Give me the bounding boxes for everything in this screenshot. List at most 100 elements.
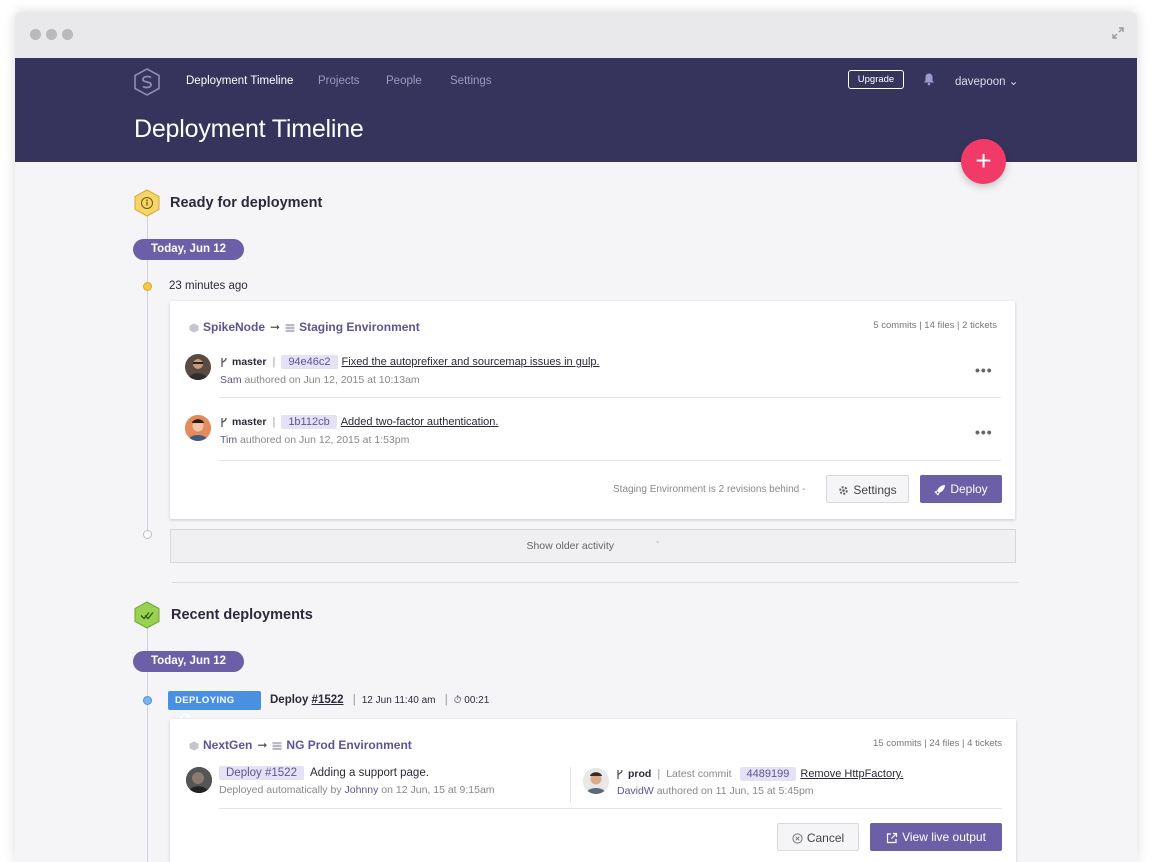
nav-deployment-timeline[interactable]: Deployment Timeline <box>186 75 293 87</box>
avatar <box>185 415 211 441</box>
upgrade-button[interactable]: Upgrade <box>848 70 904 89</box>
nav-settings[interactable]: Settings <box>450 75 492 87</box>
timeline-dot <box>143 696 152 705</box>
timeline-dot-end <box>143 530 152 539</box>
commit-message[interactable]: Added two-factor authentication. <box>341 416 499 428</box>
info-icon <box>134 189 160 217</box>
author-link[interactable]: DavidW <box>617 785 654 797</box>
separator: | <box>272 356 276 368</box>
deploy-meta-date: on 12 Jun, 15 at 9:15am <box>381 784 495 796</box>
latest-commit-label: Latest commit <box>666 768 732 780</box>
user-menu[interactable]: davepoon ⌄ <box>955 74 1018 88</box>
separator: | <box>444 694 448 706</box>
browser-window: Deployment Timeline Projects People Sett… <box>15 12 1137 862</box>
server-icon <box>285 323 295 332</box>
branch-icon <box>221 357 227 367</box>
branch-icon <box>221 417 227 427</box>
commit-hash[interactable]: 4489199 <box>739 767 797 781</box>
author-link[interactable]: Tim <box>220 434 237 446</box>
rocket-icon <box>934 484 946 496</box>
deployment-meta: Deployed automatically by Johnny on 12 J… <box>219 784 495 796</box>
cancel-label: Cancel <box>806 831 845 845</box>
author-link[interactable]: Sam <box>220 374 242 386</box>
change-stats: 15 commits | 24 files | 4 tickets <box>872 738 1002 749</box>
more-options-icon[interactable]: ••• <box>975 362 993 378</box>
deploy-message: Adding a support page. <box>309 767 429 779</box>
commit-message[interactable]: Remove HttpFactory. <box>800 768 903 780</box>
branch-icon <box>617 769 623 779</box>
deploy-prefix: Deploy <box>270 694 309 706</box>
commit-hash[interactable]: 94e46c2 <box>281 355 338 369</box>
commit-message[interactable]: Fixed the autoprefixer and sourcemap iss… <box>342 356 600 368</box>
status-label: DEPLOYING <box>175 695 235 706</box>
show-older-label: Show older activity <box>526 540 615 552</box>
deployer-link[interactable]: Johnny <box>345 784 379 796</box>
deploy-duration: ⏱ 00:21 <box>453 695 490 706</box>
commit-meta: Tim authored on Jun 12, 2015 at 1:53pm <box>220 434 409 446</box>
bell-icon[interactable] <box>922 72 936 86</box>
check-icon <box>134 601 160 629</box>
view-live-output-label: View live output <box>902 830 986 844</box>
commit-hash[interactable]: 1b112cb <box>281 415 337 429</box>
deploy-tag[interactable]: Deploy #1522 <box>219 766 304 780</box>
window-dot-minimize[interactable] <box>46 29 57 40</box>
show-older-activity-button[interactable]: Show older activity ` <box>170 529 1016 563</box>
cancel-button[interactable]: Cancel <box>777 823 859 851</box>
nav-projects[interactable]: Projects <box>318 75 360 87</box>
divider <box>219 460 1001 461</box>
logo-icon[interactable] <box>134 68 160 96</box>
authored-date: authored on Jun 12, 2015 at 1:53pm <box>240 434 410 446</box>
source-project[interactable]: NextGen <box>203 738 252 752</box>
browser-chrome <box>15 12 1137 58</box>
target-environment[interactable]: NG Prod Environment <box>286 738 411 752</box>
deployment-card: NextGen ➞ NG Prod Environment 15 commits |… <box>170 719 1016 862</box>
column-divider <box>570 767 571 803</box>
change-stats: 5 commits | 14 files | 2 tickets <box>873 320 997 331</box>
server-icon <box>272 741 282 750</box>
date-badge: Today, Jun 12 <box>133 651 244 672</box>
cancel-icon <box>792 833 803 844</box>
avatar <box>186 767 212 793</box>
cube-icon <box>189 323 199 333</box>
nav-people[interactable]: People <box>386 75 422 87</box>
window-dot-zoom[interactable] <box>62 29 73 40</box>
branch-name: master <box>232 356 267 368</box>
commit-meta: DavidW authored on 11 Jun, 15 at 5:45pm <box>617 785 814 797</box>
branch-name: master <box>232 416 267 428</box>
latest-commit-row: prod | Latest commit 4489199 Remove HttpFact… <box>616 767 903 781</box>
deploy-meta-prefix: Deployed automatically by <box>219 784 342 796</box>
branch-name: prod <box>628 768 652 780</box>
timeline-dot <box>143 282 152 291</box>
avatar <box>185 354 211 380</box>
status-badge: DEPLOYING <box>168 691 261 725</box>
deployment-header: Deploy #1522 | 12 Jun 11:40 am | ⏱ 00:21 <box>270 694 489 706</box>
divider <box>219 397 1001 398</box>
view-live-output-button[interactable]: View live output <box>870 823 1002 851</box>
target-environment[interactable]: Staging Environment <box>299 320 420 334</box>
external-link-icon <box>886 832 898 843</box>
source-project[interactable]: SpikeNode <box>203 320 265 334</box>
expand-icon[interactable] <box>1111 26 1125 40</box>
deploy-button[interactable]: Deploy <box>920 475 1002 503</box>
behind-label: Staging Environment is 2 revisions behin… <box>613 484 800 495</box>
section-divider <box>172 582 1018 583</box>
settings-button[interactable]: Settings <box>826 475 909 503</box>
deploy-datetime: 12 Jun 11:40 am <box>361 695 436 706</box>
cube-icon <box>189 741 199 751</box>
commit-meta: Sam authored on Jun 12, 2015 at 10:13am <box>220 374 420 386</box>
separator: | <box>657 768 661 780</box>
section-title-ready: Ready for deployment <box>170 195 323 211</box>
separator: | <box>352 694 356 706</box>
deploy-label: Deploy <box>950 482 988 496</box>
date-badge: Today, Jun 12 <box>133 239 244 260</box>
deployment-route: NextGen ➞ NG Prod Environment <box>189 738 412 752</box>
add-button[interactable]: + <box>961 139 1006 184</box>
deployment-row: Deploy #1522 Adding a support page. <box>219 766 429 780</box>
separator: | <box>272 416 276 428</box>
deploy-id-link[interactable]: #1522 <box>312 694 344 706</box>
gear-icon <box>839 486 849 496</box>
divider <box>219 808 1002 809</box>
window-dot-close[interactable] <box>30 29 41 40</box>
settings-label: Settings <box>853 483 897 497</box>
more-options-icon[interactable]: ••• <box>975 424 993 440</box>
